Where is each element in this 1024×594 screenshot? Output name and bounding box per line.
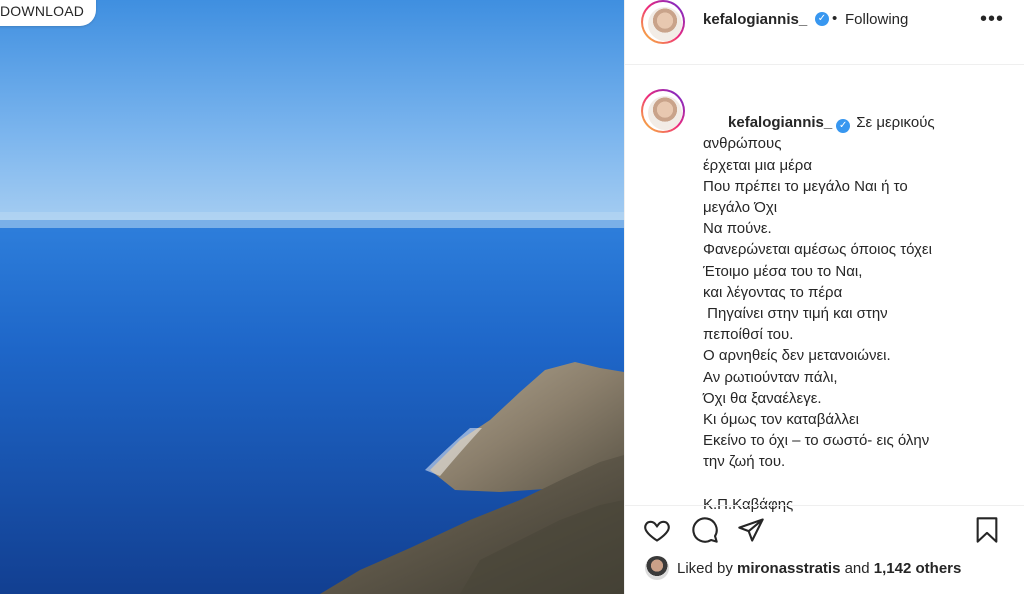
post-header: kefalogiannis_ ✓ • Following ••• <box>625 0 1024 65</box>
caption-line: Να πούνε. <box>703 220 772 238</box>
caption-area[interactable]: kefalogiannis_ ✓ Σε μερικούς ανθρώπους έρχ… <box>625 65 1024 513</box>
caption-line: Κι όμως τον καταβάλλει <box>703 411 860 429</box>
caption-line: Έτοιμο μέσα του το Ναι, <box>703 262 863 280</box>
caption-line: Που πρέπει το μεγάλο Ναι ή το <box>703 177 908 195</box>
landscape-image <box>0 0 624 594</box>
caption-line: Σε μερικούς <box>856 114 935 132</box>
post-photo[interactable]: DOWNLOAD <box>0 0 624 594</box>
author-avatar[interactable] <box>641 0 685 44</box>
likes-text: Liked by mironasstratis and 1,142 others <box>677 560 961 577</box>
post-side-panel: kefalogiannis_ ✓ • Following ••• kefalog… <box>624 0 1024 594</box>
download-button[interactable]: DOWNLOAD <box>0 0 97 26</box>
caption-line: Αν ρωτιούνταν πάλι, <box>703 368 838 386</box>
verified-badge-icon: ✓ <box>815 12 829 26</box>
share-icon[interactable] <box>737 516 765 549</box>
separator-dot: • <box>832 10 838 27</box>
caption-line: ανθρώπους <box>703 135 782 153</box>
likes-joiner: and <box>844 560 870 577</box>
liker-username[interactable]: mironasstratis <box>737 560 840 577</box>
caption-verified-badge-icon: ✓ <box>836 119 851 134</box>
comment-icon[interactable] <box>691 516 719 549</box>
caption-line: μεγάλο Όχι <box>703 199 778 217</box>
caption-line: Εκείνο το όχι – το σωστό- εις όλην <box>703 432 930 450</box>
caption-line: Φανερώνεται αμέσως όποιος τόχει <box>703 241 932 259</box>
caption-line: Πηγαίνει στην τιμή και στην <box>703 305 888 323</box>
likes-prefix: Liked by <box>677 560 733 577</box>
caption-line: πεποίθσί του. <box>703 326 794 344</box>
liker-avatar[interactable] <box>645 556 669 580</box>
action-bar <box>625 505 1024 556</box>
heart-icon[interactable] <box>643 516 671 549</box>
caption-line: έρχεται μια μέρα <box>703 156 813 174</box>
more-options-icon[interactable]: ••• <box>980 8 1004 31</box>
likes-summary: Liked by mironasstratis and 1,142 others <box>625 555 1024 585</box>
post-caption: kefalogiannis_ ✓ Σε μερικούς ανθρώπους έρχ… <box>703 91 1003 515</box>
caption-avatar[interactable] <box>641 89 685 133</box>
author-username[interactable]: kefalogiannis_ <box>703 11 807 28</box>
following-button[interactable]: Following <box>845 11 908 28</box>
caption-line: Όχι θα ξαναέλεγε. <box>703 389 822 407</box>
bookmark-icon[interactable] <box>973 516 1001 549</box>
caption-line: και λέγοντας το πέρα <box>703 283 843 301</box>
likes-others[interactable]: 1,142 others <box>874 560 962 577</box>
caption-line: την ζωή του. <box>703 453 786 471</box>
caption-line: Ο αρνηθείς δεν μετανοιώνει. <box>703 347 891 365</box>
caption-username[interactable]: kefalogiannis_ <box>728 114 832 131</box>
